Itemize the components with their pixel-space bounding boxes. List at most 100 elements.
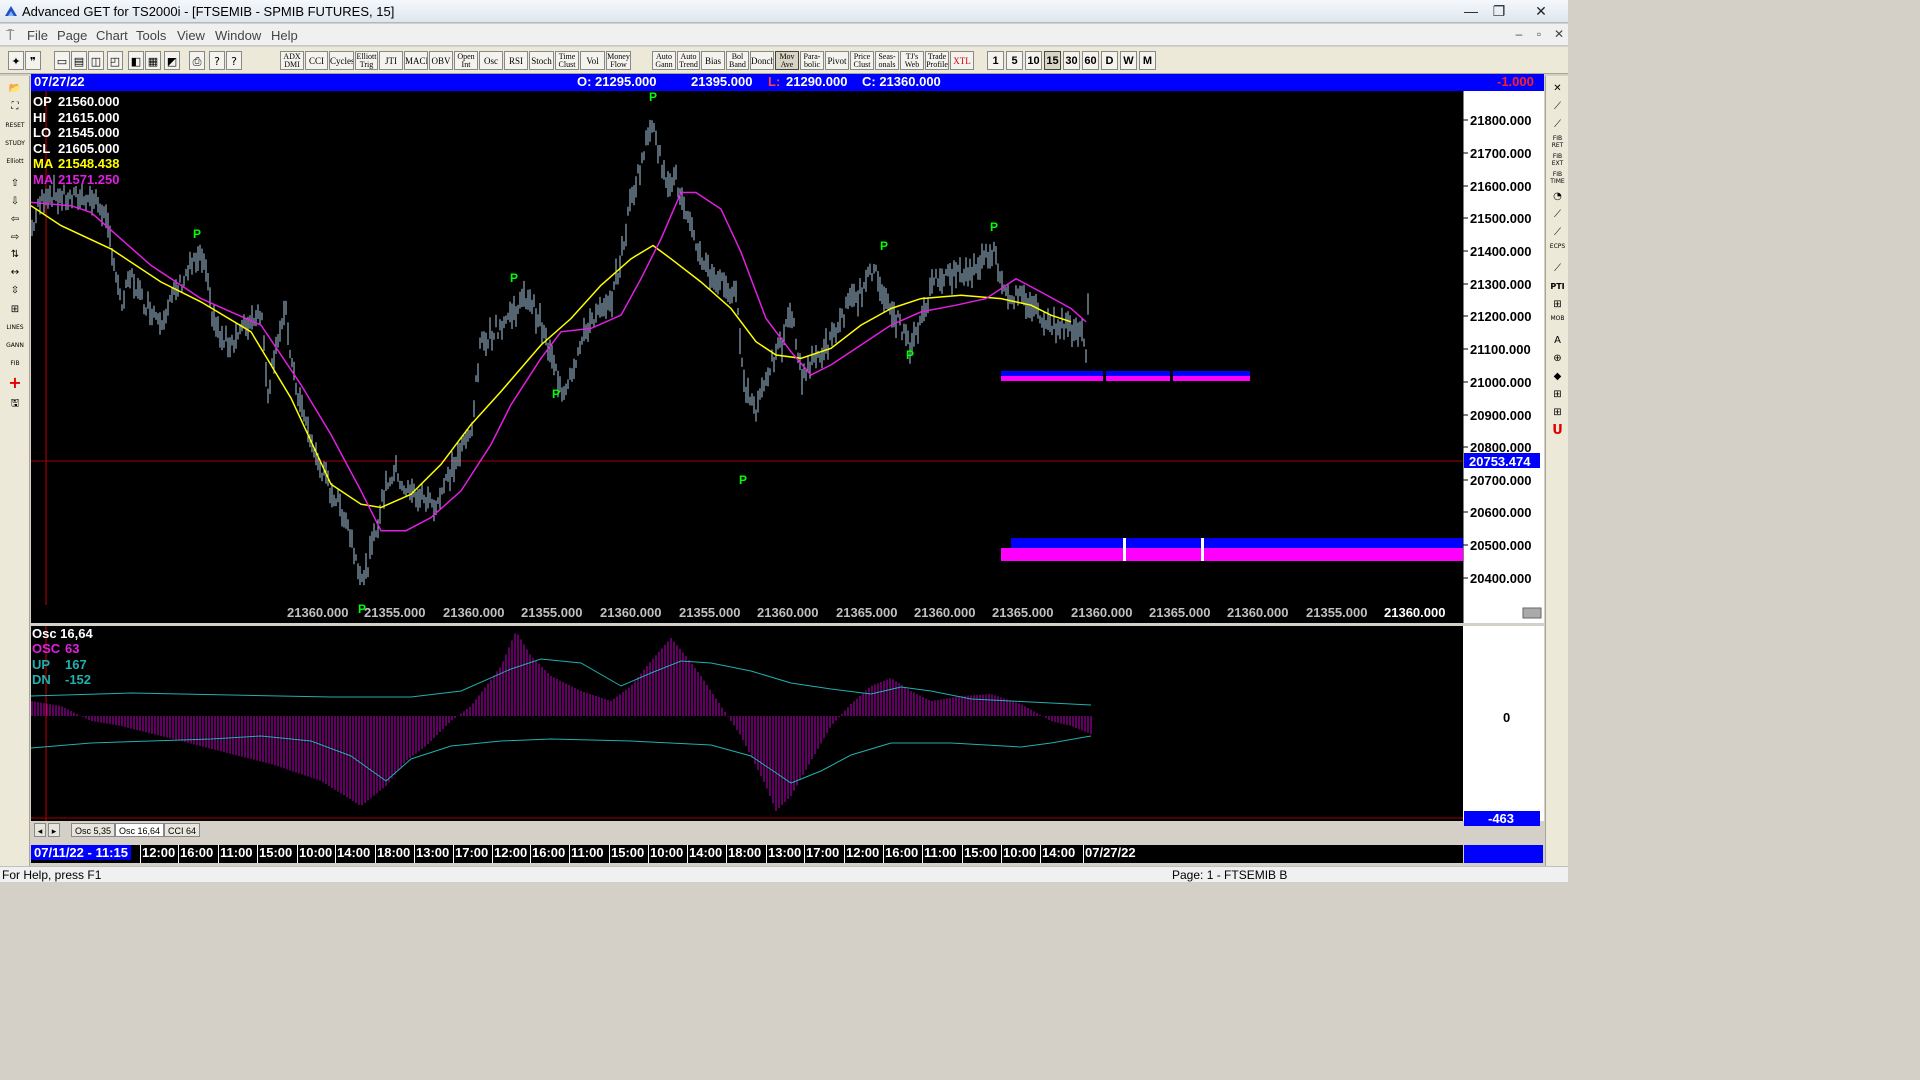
left-tool-5-icon[interactable]: ⇧ — [4, 176, 26, 191]
study-button-seasonals[interactable]: Seas-onals — [875, 51, 899, 70]
grid-icon[interactable]: ▦ — [145, 51, 161, 70]
study-button-tjsweb[interactable]: TJ's Web — [900, 51, 924, 70]
right-tool-10-icon[interactable]: ⟋ — [1548, 261, 1567, 277]
study-button-autogann[interactable]: Auto Gann — [652, 51, 676, 70]
close-button[interactable]: ✕ — [1524, 0, 1558, 22]
study-button-macd[interactable]: MACD — [404, 51, 428, 70]
right-tool-9-icon[interactable]: ECPS — [1548, 243, 1567, 259]
right-tool-0-icon[interactable]: ✕ — [1548, 81, 1567, 97]
tab-cci-64[interactable]: CCI 64 — [164, 823, 201, 837]
left-tool-17-icon[interactable]: 🖫 — [4, 396, 26, 411]
paste-icon[interactable]: ◧ — [128, 51, 144, 70]
study-button-rsi[interactable]: RSI — [504, 51, 528, 70]
right-tool-5-icon[interactable]: FIB TIME — [1548, 171, 1567, 187]
left-tool-3-icon[interactable]: STUDY — [4, 136, 26, 151]
study-button-autotrend[interactable]: Auto Trend — [677, 51, 700, 70]
tab-osc-5-35[interactable]: Osc 5,35 — [71, 823, 116, 837]
right-tool-8-icon[interactable]: ⟋ — [1548, 225, 1567, 241]
menu-tools[interactable]: Tools — [136, 28, 166, 43]
study-button-cycles[interactable]: Cycles — [329, 51, 354, 70]
study-button-osc[interactable]: Osc — [479, 51, 503, 70]
help-icon[interactable]: ? — [209, 51, 225, 70]
study-button-donch[interactable]: Donch — [750, 51, 774, 70]
left-tool-14-icon[interactable]: GANN — [4, 338, 26, 353]
left-tool-4-icon[interactable]: Elliott — [4, 154, 26, 169]
doc-icon[interactable]: ⍑ — [6, 27, 14, 44]
right-tool-7-icon[interactable]: ⟋ — [1548, 207, 1567, 223]
left-tool-6-icon[interactable]: ⇩ — [4, 194, 26, 209]
tab-osc-16-64[interactable]: Osc 16,64 — [115, 823, 165, 837]
timeframe-button-30[interactable]: 30 — [1063, 51, 1080, 70]
right-tool-15-icon[interactable]: ⊕ — [1548, 351, 1567, 367]
left-tool-15-icon[interactable]: FIB — [4, 356, 26, 371]
minimize-button[interactable]: — — [1456, 0, 1486, 22]
left-tool-10-icon[interactable]: ↔ — [4, 265, 26, 280]
left-tool-12-icon[interactable]: ⊞ — [4, 302, 26, 317]
timeframe-button-m[interactable]: M — [1139, 51, 1156, 70]
timeframe-button-w[interactable]: W — [1120, 51, 1137, 70]
left-tool-11-icon[interactable]: ⇳ — [4, 283, 26, 298]
save-icon[interactable]: ◫ — [88, 51, 104, 70]
study-button-obv[interactable]: OBV — [429, 51, 453, 70]
pointer-icon[interactable]: ✦ — [8, 51, 24, 70]
context-help-icon[interactable]: ? — [226, 51, 242, 70]
timeframe-button-d[interactable]: D — [1101, 51, 1118, 70]
study-button-movave[interactable]: Mov Ave — [775, 51, 799, 70]
study-button-cci[interactable]: CCI — [305, 51, 328, 70]
chart-area[interactable]: PPPPPPPPP OP 21560.000 HI 21615.000 LO 2… — [31, 91, 1544, 846]
right-tool-3-icon[interactable]: FIB RET — [1548, 135, 1567, 151]
layout-icon[interactable]: ◩ — [164, 51, 180, 70]
left-tool-8-icon[interactable]: ⇨ — [4, 230, 26, 245]
study-button-openint[interactable]: Open Int — [454, 51, 478, 70]
right-tool-18-icon[interactable]: ⊞ — [1548, 405, 1567, 421]
right-tool-4-icon[interactable]: FIB EXT — [1548, 153, 1567, 169]
menu-window[interactable]: Window — [215, 28, 261, 43]
left-tool-9-icon[interactable]: ⇅ — [4, 247, 26, 262]
study-button-bolband[interactable]: Bol Band — [726, 51, 749, 70]
study-button-pivot[interactable]: Pivot — [825, 51, 849, 70]
timeframe-button-10[interactable]: 10 — [1025, 51, 1042, 70]
open-icon[interactable]: ▤ — [71, 51, 87, 70]
right-tool-6-icon[interactable]: ◔ — [1548, 189, 1567, 205]
study-button-stoch[interactable]: Stoch — [529, 51, 554, 70]
study-button-elliotttrig[interactable]: Elliott Trig — [355, 51, 378, 70]
left-tool-1-icon[interactable]: ⛶ — [4, 99, 26, 114]
study-button-xtl[interactable]: XTL — [950, 51, 974, 70]
menu-page[interactable]: Page — [57, 28, 87, 43]
right-tool-13-icon[interactable]: MOB — [1548, 315, 1567, 331]
restore-button[interactable]: ❐ — [1484, 0, 1514, 22]
menu-chart[interactable]: Chart — [96, 28, 128, 43]
study-button-timeclust[interactable]: Time Clust — [555, 51, 579, 70]
timeframe-button-5[interactable]: 5 — [1006, 51, 1023, 70]
tab-scroll-right-icon[interactable]: ▸ — [48, 823, 60, 837]
study-button-parabolic[interactable]: Para-bolic — [800, 51, 824, 70]
menu-file[interactable]: File — [27, 28, 48, 43]
menu-help[interactable]: Help — [271, 28, 298, 43]
study-button-tradeprofile[interactable]: Trade Profile — [925, 51, 949, 70]
tab-scroll-left-icon[interactable]: ◂ — [34, 823, 46, 837]
right-tool-14-icon[interactable]: A — [1548, 333, 1567, 349]
study-button-adxdmi[interactable]: ADX DMI — [280, 51, 304, 70]
quote-icon[interactable]: ❞ — [25, 51, 41, 70]
right-tool-17-icon[interactable]: ⊞ — [1548, 387, 1567, 403]
menu-view[interactable]: View — [177, 28, 205, 43]
left-tool-0-icon[interactable]: 📂 — [4, 81, 26, 96]
study-button-vol[interactable]: Vol — [580, 51, 605, 70]
new-icon[interactable]: ▭ — [54, 51, 70, 70]
mdi-restore-button[interactable]: ▫ — [1530, 27, 1548, 43]
left-tool-2-icon[interactable]: RESET — [4, 118, 26, 133]
study-button-jti[interactable]: JTI — [379, 51, 403, 70]
left-tool-16-icon[interactable]: + — [4, 375, 26, 391]
copy-icon[interactable]: ◰ — [107, 51, 123, 70]
study-button-priceclust[interactable]: Price Clust — [850, 51, 874, 70]
right-tool-19-icon[interactable]: U — [1548, 423, 1567, 439]
zoom-icon[interactable] — [1522, 607, 1542, 619]
left-tool-7-icon[interactable]: ⇦ — [4, 212, 26, 227]
left-tool-13-icon[interactable]: LINES — [4, 320, 26, 335]
right-tool-2-icon[interactable]: ⟋ — [1548, 117, 1567, 133]
right-tool-1-icon[interactable]: ⟋ — [1548, 99, 1567, 115]
right-tool-12-icon[interactable]: ⊞ — [1548, 297, 1567, 313]
timeframe-button-1[interactable]: 1 — [987, 51, 1004, 70]
right-tool-16-icon[interactable]: ◆ — [1548, 369, 1567, 385]
mdi-minimize-button[interactable]: – — [1510, 27, 1528, 43]
